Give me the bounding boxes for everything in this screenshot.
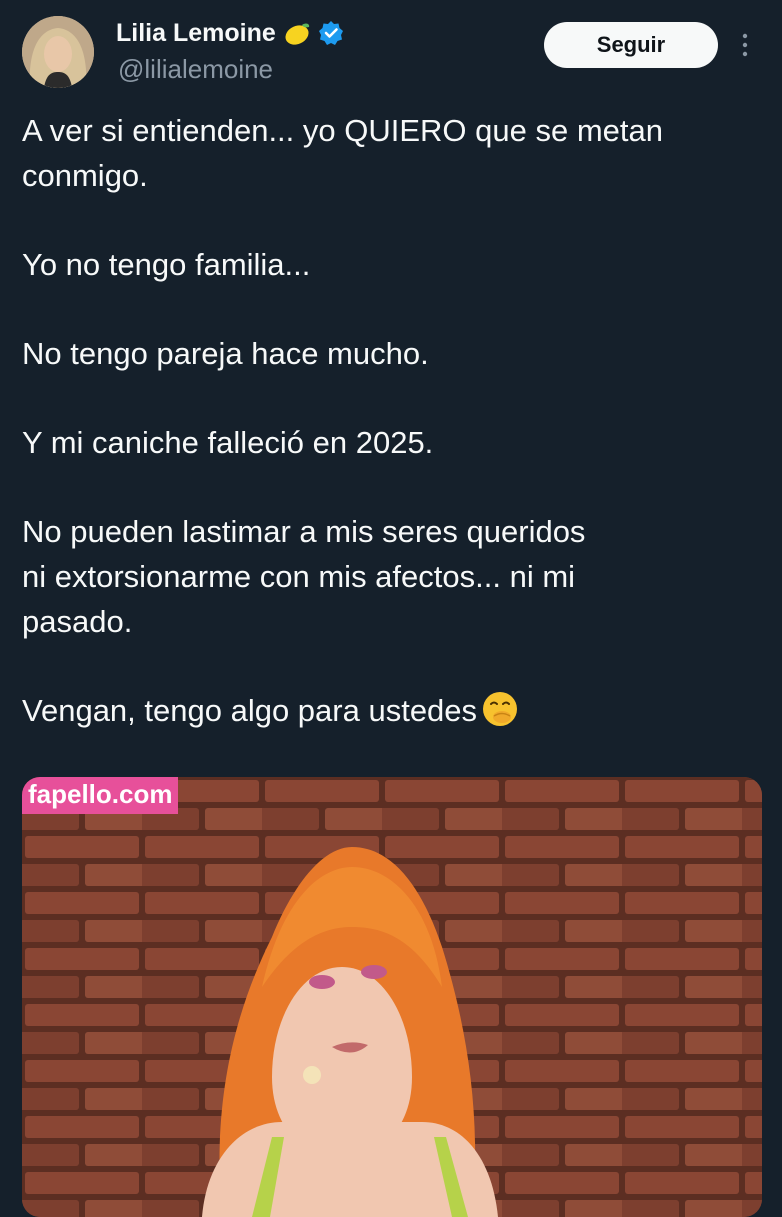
tweet-paragraph: A ver si entienden... yo QUIERO que se m…	[22, 113, 663, 193]
tweet-header: Lilia Lemoine @lilialemoine Seguir	[0, 0, 782, 100]
avatar[interactable]	[22, 16, 94, 88]
tweet-paragraph: No tengo pareja hace mucho.	[22, 336, 429, 371]
tweet-text: A ver si entienden... yo QUIERO que se m…	[22, 108, 762, 777]
follow-button[interactable]: Seguir	[544, 22, 718, 68]
author-handle[interactable]: @lilialemoine	[118, 54, 273, 85]
tweet-paragraph: Yo no tengo familia...	[22, 247, 311, 282]
media-watermark: fapello.com	[22, 777, 179, 814]
tweet-paragraph: Y mi caniche falleció en 2025.	[22, 425, 434, 460]
more-vertical-icon[interactable]	[736, 30, 754, 64]
tweet-paragraph: No pueden lastimar a mis seres queridos …	[22, 514, 586, 639]
tweet-paragraph-last: Vengan, tengo algo para ustedes	[22, 688, 762, 733]
tweet-media-image[interactable]: fapello.com	[22, 777, 762, 1217]
author-name-row: Lilia Lemoine	[116, 18, 344, 48]
tweet-paragraph-text: Vengan, tengo algo para ustedes	[22, 693, 478, 728]
media-photo	[22, 777, 762, 1217]
author-name[interactable]: Lilia Lemoine	[116, 19, 276, 48]
face-with-hand-over-mouth-emoji-icon	[481, 690, 519, 728]
verified-badge-icon	[318, 20, 344, 46]
lemon-emoji-icon	[282, 18, 312, 48]
